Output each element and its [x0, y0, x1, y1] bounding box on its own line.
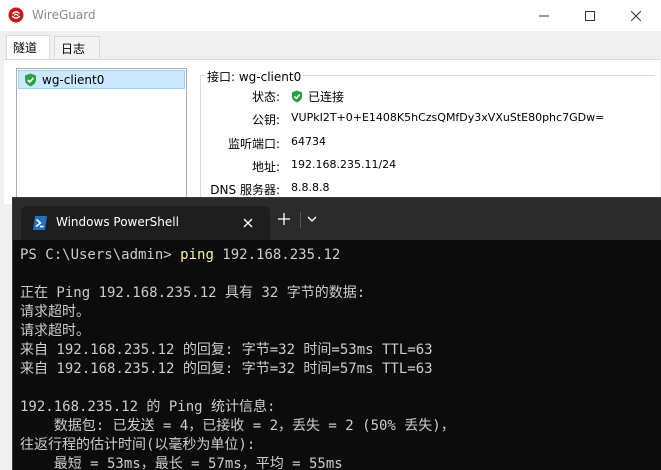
output-line: 最短 = 53ms，最长 = 57ms，平均 = 55ms: [20, 456, 343, 470]
output-line: 往返行程的估计时间(以毫秒为单位):: [20, 437, 256, 453]
address-value[interactable]: 192.168.235.11/24: [291, 158, 396, 171]
powershell-icon: [33, 216, 47, 230]
tunnel-item-wg-client0[interactable]: wg-client0: [18, 70, 185, 89]
output-line: 正在 Ping 192.168.235.12 具有 32 字节的数据:: [20, 285, 366, 301]
minimize-icon: [539, 15, 549, 16]
output-line: 请求超时。: [20, 304, 90, 320]
dns-label: DNS 服务器:: [210, 183, 280, 197]
listen-port-value[interactable]: 64734: [291, 135, 326, 148]
tab-tunnels[interactable]: 隧道: [6, 35, 50, 61]
interface-legend: 接口: wg-client0: [205, 68, 304, 85]
dns-value[interactable]: 8.8.8.8: [291, 181, 329, 194]
status-value: 已连接: [308, 90, 345, 104]
output-line: 来自 192.168.235.12 的回复: 字节=32 时间=53ms TTL…: [20, 342, 433, 358]
close-tab-icon[interactable]: [240, 215, 256, 231]
prompt-line: PS C:\Users\admin> ping 192.168.235.12: [20, 246, 661, 265]
minimize-button[interactable]: [521, 0, 567, 31]
maximize-button[interactable]: [567, 0, 613, 31]
terminal-tab-title: Windows PowerShell: [56, 215, 179, 229]
tab-bar-divider: [300, 212, 301, 228]
shield-check-icon: [25, 73, 36, 87]
wireguard-logo-icon: [8, 7, 24, 23]
powershell-window: Windows PowerShell PS C:\Users\admin> pi…: [12, 197, 661, 470]
tab-strip: 隧道 日志: [0, 31, 661, 61]
shield-check-icon: [291, 90, 303, 103]
tunnel-list[interactable]: wg-client0: [16, 68, 187, 202]
pubkey-row: 公钥: VUPkI2T+0+E1408K5hCzsQMfDy3xVXuStE80…: [200, 111, 655, 129]
chevron-down-icon[interactable]: [305, 213, 319, 225]
terminal-tab-bar[interactable]: Windows PowerShell: [13, 198, 661, 240]
new-tab-icon[interactable]: [275, 210, 293, 228]
output-line: 192.168.235.12 的 Ping 统计信息:: [20, 399, 276, 415]
address-label: 地址:: [251, 160, 280, 174]
terminal-console[interactable]: PS C:\Users\admin> ping 192.168.235.12 正…: [13, 240, 661, 470]
terminal-tab-powershell[interactable]: Windows PowerShell: [21, 206, 270, 240]
address-row: 地址: 192.168.235.11/24: [200, 158, 655, 176]
tab-log[interactable]: 日志: [54, 36, 100, 58]
tunnel-name: wg-client0: [42, 73, 105, 87]
status-label: 状态:: [251, 90, 280, 104]
close-icon: [631, 10, 641, 21]
listen-port-label: 监听端口:: [227, 137, 280, 151]
window-title: WireGuard: [32, 8, 96, 22]
output-line: 请求超时。: [20, 323, 90, 339]
maximize-icon: [585, 10, 595, 21]
output-line: 数据包: 已发送 = 4，已接收 = 2，丢失 = 2 (50% 丢失)，: [20, 418, 455, 434]
pubkey-label: 公钥:: [251, 113, 280, 127]
pubkey-value[interactable]: VUPkI2T+0+E1408K5hCzsQMfDy3xVXuStE80phc7…: [291, 111, 604, 124]
command-args: 192.168.235.12: [213, 247, 341, 263]
command-text: ping: [180, 247, 214, 263]
prompt-text: PS C:\Users\admin>: [20, 247, 181, 263]
listen-port-row: 监听端口: 64734: [200, 135, 655, 153]
output-line: 来自 192.168.235.12 的回复: 字节=32 时间=57ms TTL…: [20, 361, 433, 377]
title-bar[interactable]: WireGuard: [0, 0, 661, 31]
status-row: 状态: 已连接: [200, 88, 655, 106]
close-button[interactable]: [613, 0, 659, 31]
